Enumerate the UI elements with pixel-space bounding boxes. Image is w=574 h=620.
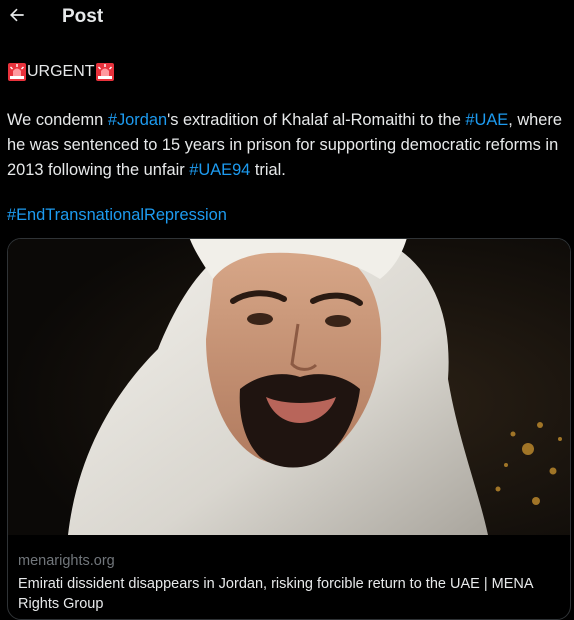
hashtag-jordan[interactable]: #Jordan [108, 111, 167, 129]
siren-icon [95, 63, 114, 81]
back-button[interactable] [4, 2, 30, 28]
hashtag-end-transnational-repression[interactable]: #EndTransnationalRepression [7, 206, 227, 224]
link-card[interactable]: menarights.org Emirati dissident disappe… [7, 238, 571, 620]
link-card-image[interactable] [8, 239, 570, 535]
siren-icon [8, 63, 26, 81]
post-text-part: trial. [250, 161, 286, 179]
hashtag-uae94[interactable]: #UAE94 [189, 161, 250, 179]
page-title: Post [62, 6, 104, 27]
hashtag-line: #EndTransnationalRepression [7, 204, 227, 226]
post-text: We condemn #Jordan's extradition of Khal… [7, 108, 569, 183]
urgent-label: URGENT [27, 63, 95, 80]
portrait-photo [8, 239, 570, 535]
post-text-part: We condemn [7, 111, 108, 129]
link-card-meta: menarights.org Emirati dissident disappe… [18, 552, 563, 614]
link-card-title[interactable]: Emirati dissident disappears in Jordan, … [18, 574, 563, 614]
post-text-part: 's extradition of Khalaf al-Romaithi to … [167, 111, 466, 129]
urgent-line: URGENT [7, 61, 115, 83]
post-header: Post [0, 0, 574, 36]
arrow-left-icon [10, 8, 24, 22]
hashtag-uae[interactable]: #UAE [465, 111, 508, 129]
link-card-domain: menarights.org [18, 553, 115, 569]
